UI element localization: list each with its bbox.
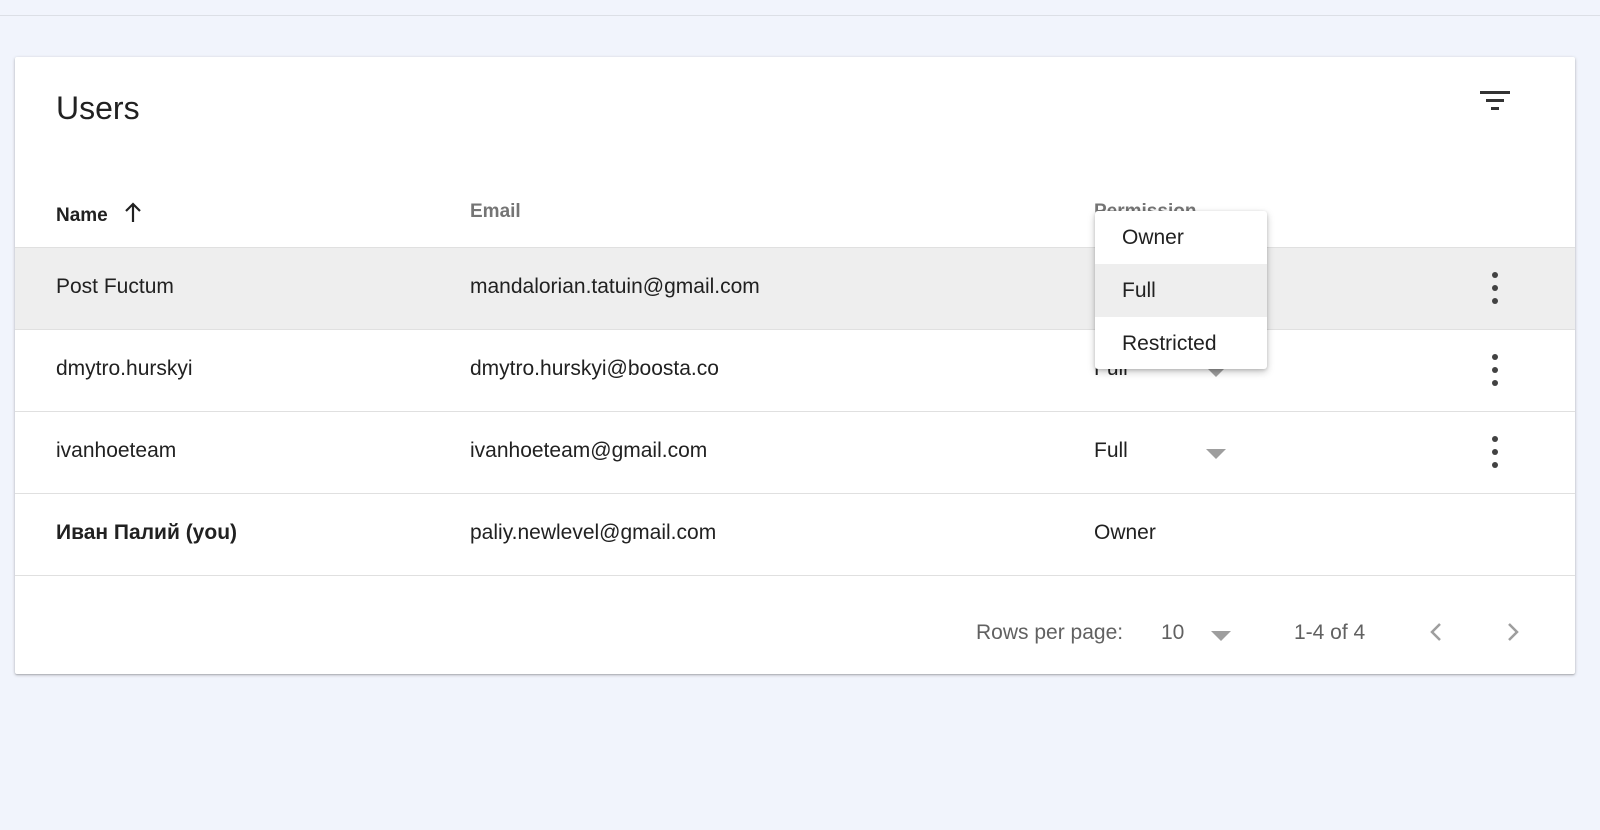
chevron-left-icon [1430,623,1441,641]
next-page-button[interactable] [1493,612,1533,652]
card-title: Users [56,90,140,126]
more-vert-icon[interactable] [1485,270,1505,306]
more-vert-icon[interactable] [1485,352,1505,388]
users-card: Users Name Email Permission Post Fuctum … [15,57,1575,674]
permission-select[interactable]: Full [1094,412,1244,492]
filter-button[interactable] [1480,91,1520,131]
column-header-email[interactable]: Email [470,201,521,223]
menu-item-restricted[interactable]: Restricted [1095,317,1267,370]
table-row[interactable]: dmytro.hurskyi dmytro.hurskyi@boosta.co … [15,330,1575,412]
caret-down-icon [1206,449,1226,459]
chevron-right-icon [1508,623,1519,641]
caret-down-icon [1211,631,1231,641]
user-name: ivanhoeteam [56,439,177,462]
previous-page-button[interactable] [1416,612,1456,652]
permission-dropdown-menu: Owner Full Restricted [1095,211,1267,369]
column-header-name-label: Name [56,205,108,226]
permission-value: Full [1094,439,1128,462]
more-vert-icon[interactable] [1485,434,1505,470]
permission-value: Owner [1094,521,1156,544]
filter-list-icon-bar [1491,107,1499,110]
table-row[interactable]: Иван Палий (you) paliy.newlevel@gmail.co… [15,494,1575,576]
user-email: mandalorian.tatuin@gmail.com [470,275,760,298]
arrow-up-icon [125,202,141,222]
user-email: paliy.newlevel@gmail.com [470,521,717,544]
user-name: Иван Палий (you) [56,521,238,544]
table-header: Name Email Permission [15,187,1575,248]
user-name: Post Fuctum [56,275,174,298]
table-row[interactable]: ivanhoeteam ivanhoeteam@gmail.com Full [15,412,1575,494]
table-row[interactable]: Post Fuctum mandalorian.tatuin@gmail.com [15,248,1575,330]
rows-per-page-value: 10 [1161,621,1185,644]
filter-list-icon-bar [1486,99,1504,102]
page-range: 1-4 of 4 [1294,621,1366,644]
menu-item-full[interactable]: Full [1095,264,1267,317]
menu-item-owner[interactable]: Owner [1095,211,1267,264]
column-header-name[interactable]: Name [56,201,143,227]
rows-per-page-label: Rows per page: [976,621,1124,644]
filter-list-icon [1480,91,1510,94]
user-name: dmytro.hurskyi [56,357,193,380]
user-email: ivanhoeteam@gmail.com [470,439,708,462]
user-email: dmytro.hurskyi@boosta.co [470,357,719,380]
top-divider [0,15,1600,16]
table-pagination: Rows per page: 10 1-4 of 4 [15,588,1575,674]
rows-per-page-select[interactable]: 10 [1161,610,1251,654]
